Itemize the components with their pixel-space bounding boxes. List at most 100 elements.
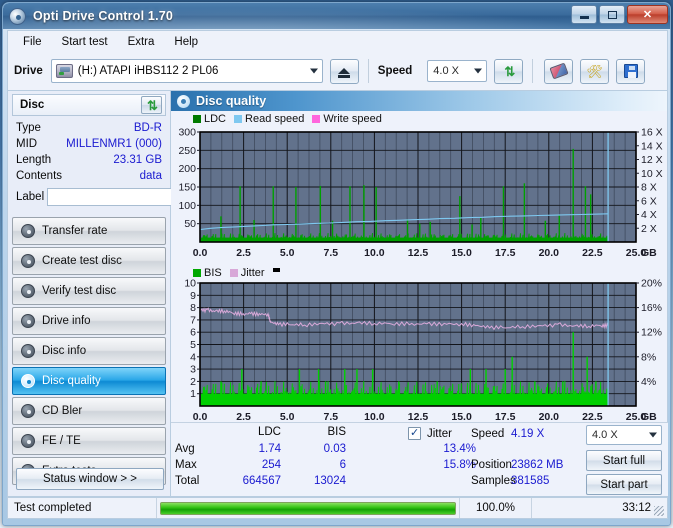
sidebar-item-cd-bler[interactable]: CD Bler [12, 397, 166, 425]
stats-bis-avg: 0.03 [323, 443, 346, 455]
disc-info-icon [21, 344, 35, 358]
chevron-down-icon [309, 68, 318, 74]
sidebar-item-label: Drive info [42, 315, 91, 327]
disc-contents-label: Contents [16, 170, 63, 182]
refresh-button[interactable]: ⇅ [494, 58, 524, 84]
stats-row-label-total: Total [175, 475, 200, 487]
svg-text:7: 7 [190, 314, 196, 326]
start-part-button[interactable]: Start part [586, 474, 662, 495]
save-button[interactable] [616, 58, 646, 84]
svg-text:8%: 8% [641, 351, 656, 363]
disc-type-label: Type [16, 122, 41, 134]
toolbar-divider-2 [532, 59, 534, 83]
status-bar: Test completed 100.0% 33:12 [7, 497, 668, 519]
refresh-icon: ⇅ [504, 63, 515, 79]
legend-item-write-speed: Write speed [312, 113, 382, 125]
speed-select[interactable]: 4.0 X [427, 60, 488, 82]
sidebar-item-fe-te[interactable]: FE / TE [12, 427, 166, 455]
disc-verify-icon [21, 284, 35, 298]
menu-item-extra[interactable]: Extra [119, 33, 164, 51]
sidebar-item-label: Disc quality [42, 375, 101, 387]
stats-ldc-total: 664567 [242, 475, 281, 487]
sidebar-item-transfer-rate[interactable]: Transfer rate [12, 217, 166, 245]
title-bar: Opti Drive Control 1.70 ✕ [3, 3, 670, 29]
sidebar-item-disc-info[interactable]: Disc info [12, 337, 166, 365]
sidebar-item-disc-quality[interactable]: Disc quality [12, 367, 166, 395]
close-button[interactable]: ✕ [627, 5, 668, 24]
sidebar-item-drive-info[interactable]: Drive info [12, 307, 166, 335]
maximize-button[interactable] [599, 5, 625, 24]
disc-info-row-length: Length 23.31 GB [16, 152, 162, 168]
left-sidebar: Disc ⇅ Type BD-R MID MILLENMR1 (000) Len… [7, 91, 212, 497]
toolbar-divider-1 [367, 59, 369, 83]
app-window: Opti Drive Control 1.70 ✕ File Start tes… [2, 2, 671, 526]
disc-section-header: Disc ⇅ [12, 94, 166, 116]
jitter-checkbox[interactable] [408, 426, 421, 440]
legend-swatch-write-speed [312, 115, 321, 123]
bottom-chart-svg: 123456789104%8%12%16%20%0.0 2.5 5.0 7.5 10.0… [184, 278, 662, 424]
settings-button[interactable]: 🛠 [580, 58, 610, 84]
svg-text:200: 200 [178, 163, 196, 175]
disc-mid-label: MID [16, 138, 38, 150]
window-title: Opti Drive Control 1.70 [33, 9, 174, 23]
eject-button[interactable] [329, 58, 359, 84]
sidebar-item-verify-test-disc[interactable]: Verify test disc [12, 277, 166, 305]
erase-button[interactable] [544, 58, 574, 84]
sidebar-item-label: FE / TE [42, 435, 81, 447]
svg-text:50: 50 [184, 218, 196, 230]
test-speed-select[interactable]: 4.0 X [586, 425, 662, 445]
menu-item-start-test[interactable]: Start test [53, 33, 117, 51]
drive-select-value: (H:) ATAPI iHBS112 2 PL06 [77, 65, 219, 77]
svg-text:12%: 12% [641, 327, 662, 339]
status-message: Test completed [14, 502, 92, 514]
disc-refresh-button[interactable]: ⇅ [141, 96, 162, 114]
svg-text:20.0: 20.0 [539, 247, 560, 259]
legend-label-write-speed: Write speed [323, 113, 382, 125]
legend-label-ldc: LDC [204, 113, 227, 125]
disc-test-icon [21, 224, 35, 238]
window-controls: ✕ [571, 5, 668, 24]
svg-text:100: 100 [178, 200, 196, 212]
svg-text:GB: GB [641, 247, 657, 259]
svg-text:22.5: 22.5 [582, 247, 603, 259]
svg-text:10 X: 10 X [641, 168, 663, 180]
status-window-button[interactable]: Status window > > [16, 468, 164, 490]
svg-text:0.0: 0.0 [193, 247, 208, 259]
sidebar-item-label: Disc info [42, 345, 87, 357]
drive-label: Drive [14, 65, 43, 77]
sidebar-item-create-test-disc[interactable]: Create test disc [12, 247, 166, 275]
sidebar-item-label: CD Bler [42, 405, 83, 417]
legend-label-read-speed: Read speed [245, 113, 305, 125]
legend-swatch-bis [193, 269, 201, 277]
disc-contents-value: data [139, 170, 162, 182]
disc-mid-value: MILLENMR1 (000) [66, 138, 162, 150]
minimize-button[interactable] [571, 5, 597, 24]
svg-text:1: 1 [190, 388, 196, 400]
disc-info-table: Type BD-R MID MILLENMR1 (000) Length 23.… [12, 116, 212, 211]
tools-icon: 🛠 [586, 63, 604, 79]
disc-quality-icon [21, 374, 35, 388]
jitter-label: Jitter [427, 428, 452, 440]
svg-text:2.5: 2.5 [236, 247, 251, 259]
svg-text:16 X: 16 X [641, 127, 663, 139]
elapsed-time: 33:12 [531, 498, 667, 518]
sidebar-item-label: Transfer rate [42, 225, 108, 237]
menu-item-file[interactable]: File [14, 33, 51, 51]
svg-text:20%: 20% [641, 278, 662, 290]
disc-label-input[interactable] [47, 187, 192, 206]
fe-te-icon [21, 434, 35, 448]
main-panel: Disc quality LDC Read speed Write speed … [171, 91, 668, 497]
svg-text:10.0: 10.0 [364, 247, 385, 259]
menu-item-help[interactable]: Help [165, 33, 207, 51]
disc-info-row-type: Type BD-R [16, 120, 162, 136]
svg-text:6 X: 6 X [641, 195, 657, 207]
svg-text:5.0: 5.0 [280, 247, 295, 259]
svg-text:5: 5 [190, 339, 196, 351]
eject-icon [338, 68, 351, 78]
start-full-button[interactable]: Start full [586, 450, 662, 471]
drive-select[interactable]: (H:) ATAPI iHBS112 2 PL06 [50, 59, 323, 83]
chevron-down-icon [474, 68, 483, 74]
stats-ldc-max: 254 [261, 459, 281, 471]
resize-grip[interactable] [654, 506, 664, 516]
position-stat-value: 23862 MB [511, 459, 564, 471]
